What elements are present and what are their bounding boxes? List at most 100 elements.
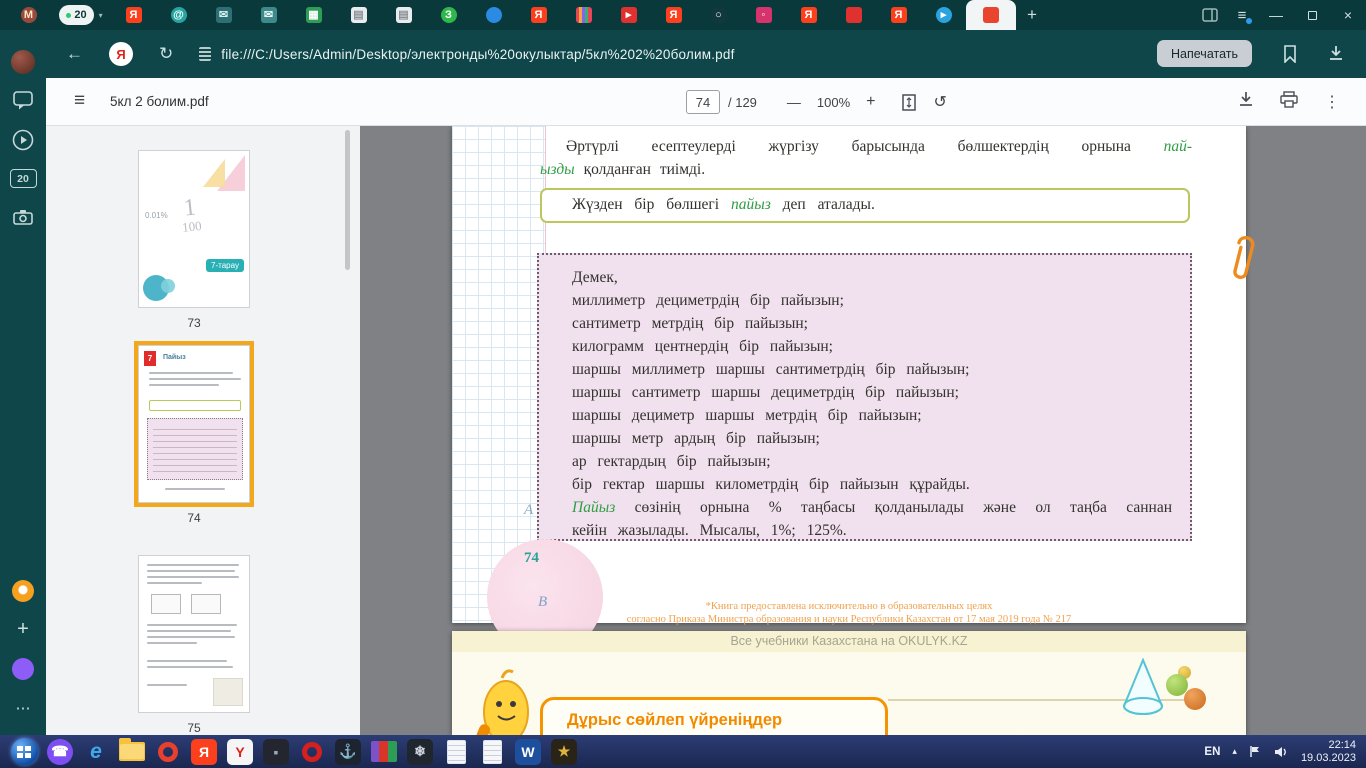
side-panel-button[interactable] — [1194, 0, 1226, 30]
pdf-sidebar-toggle[interactable]: ≡ — [74, 90, 85, 112]
folder-shape — [119, 742, 145, 761]
hidden-icons-chevron[interactable]: ▴ — [1232, 746, 1237, 757]
paragraph-line: Әртүрлі есептеулерді жүргізу барысында б… — [540, 135, 1192, 158]
viber-icon[interactable]: ☎ — [42, 735, 78, 768]
yandex-home-button[interactable]: Я — [109, 42, 133, 66]
tab-red-1[interactable]: ▸ — [606, 0, 651, 30]
pdf-download-button[interactable] — [1238, 91, 1254, 113]
compass-game-icon[interactable]: ★ — [546, 735, 582, 768]
document-icon[interactable] — [474, 735, 510, 768]
file-explorer-icon[interactable] — [114, 735, 150, 768]
thumbnail-74[interactable]: 7 Пайыз 74 — [134, 345, 254, 525]
minimize-button[interactable]: — — [1258, 0, 1294, 30]
anchor-app-icon[interactable]: ⚓ — [330, 735, 366, 768]
tab-z[interactable]: З — [426, 0, 471, 30]
pdf-viewport[interactable]: Әртүрлі есептеулерді жүргізу барысында б… — [360, 126, 1366, 735]
text-line-placeholder — [147, 576, 239, 578]
tab-red-1-favicon: ▸ — [621, 7, 637, 23]
tab-telegram[interactable]: ▸ — [921, 0, 966, 30]
pdf-print-button[interactable] — [1280, 91, 1298, 113]
fit-page-button[interactable] — [902, 94, 916, 111]
tab-profile[interactable]: M — [6, 0, 51, 30]
bookmark-button[interactable] — [1282, 45, 1298, 68]
tab-yandex-4[interactable]: Я — [786, 0, 831, 30]
tab-yandex-3[interactable]: Я — [651, 0, 696, 30]
back-button[interactable]: ← — [66, 44, 83, 64]
opera-icon[interactable] — [150, 735, 186, 768]
new-tab-button[interactable]: + — [1016, 0, 1048, 30]
assistant-button[interactable] — [0, 649, 46, 688]
chat-button[interactable] — [0, 81, 46, 120]
tab-yandex-5[interactable]: Я — [876, 0, 921, 30]
close-button[interactable]: × — [1330, 0, 1366, 30]
note-line: миллиметр дециметрдің бір пайызын; — [572, 289, 1172, 312]
window-controls: ≡ — × — [1194, 0, 1366, 30]
maximize-button[interactable] — [1294, 0, 1330, 30]
screenshot-button[interactable] — [0, 198, 46, 237]
note-line: Демек, — [572, 266, 1172, 289]
profile-button[interactable] — [0, 42, 46, 81]
tab-doc-1[interactable]: ▤ — [336, 0, 381, 30]
bookmark-icon — [1282, 45, 1298, 63]
tab-red-3[interactable] — [831, 0, 876, 30]
tab-mail-1[interactable]: ✉ — [201, 0, 246, 30]
taskbar-clock[interactable]: 22:14 19.03.2023 — [1301, 739, 1356, 765]
volume-icon[interactable] — [1273, 745, 1289, 759]
snowflake-app-icon[interactable]: ❄ — [402, 735, 438, 768]
refresh-button[interactable]: ↻ — [159, 44, 173, 64]
tab-counter-button[interactable]: 20 — [0, 159, 46, 198]
tab-green-sheet[interactable]: ▦ — [291, 0, 336, 30]
tab-dark-ring[interactable]: ○ — [696, 0, 741, 30]
yandex-y-icon[interactable]: Y — [222, 735, 258, 768]
flag-icon[interactable] — [1249, 745, 1261, 758]
mascot-illustration — [470, 666, 542, 735]
opera-red-icon[interactable] — [294, 735, 330, 768]
tab-counter[interactable]: 20▾ — [51, 0, 111, 30]
decor-triangle — [203, 159, 225, 187]
tab-red-2[interactable]: ◦ — [741, 0, 786, 30]
zoom-out-button[interactable]: — — [787, 94, 801, 110]
notification-dot — [1246, 18, 1252, 24]
tab-mailru[interactable]: @ — [156, 0, 201, 30]
paragraph-line: ызды қолданған тиімді. — [540, 158, 1192, 181]
sidebar-scrollbar[interactable] — [345, 130, 350, 270]
tab-pdf-active[interactable] — [966, 0, 1016, 30]
tab-yandex-1[interactable]: Я — [111, 0, 156, 30]
tab-telegram-favicon: ▸ — [936, 7, 952, 23]
browser-menu-button[interactable]: ≡ — [1226, 0, 1258, 30]
language-indicator[interactable]: EN — [1204, 746, 1220, 758]
disk-app-button[interactable] — [0, 571, 46, 610]
thumbnail-75[interactable]: 75 — [134, 555, 254, 735]
address-bar[interactable]: file:///C:/Users/Admin/Desktop/электронд… — [199, 47, 734, 62]
rotate-button[interactable]: ↺ — [934, 92, 947, 112]
downloads-button[interactable] — [1328, 45, 1344, 67]
thumbnail-73[interactable]: 0.01% 1 100 7-тарау 73 — [134, 150, 254, 330]
tab-mail-2-favicon: ✉ — [261, 7, 277, 23]
tab-doc-2[interactable]: ▤ — [381, 0, 426, 30]
dark-app-icon[interactable]: ▪ — [258, 735, 294, 768]
orange-app-icon — [12, 580, 34, 602]
video-button[interactable] — [0, 120, 46, 159]
fraction-graphic: 1 100 — [179, 196, 202, 236]
anchor-app-icon-glyph: ⚓ — [335, 739, 361, 765]
internet-explorer-icon[interactable]: e — [78, 735, 114, 768]
tab-mail-2[interactable]: ✉ — [246, 0, 291, 30]
winrar-icon[interactable] — [366, 735, 402, 768]
print-page-button[interactable]: Напечатать — [1157, 40, 1252, 67]
word-icon[interactable]: W — [510, 735, 546, 768]
pdf-filename: 5кл 2 болим.pdf — [110, 94, 209, 109]
tab-blue[interactable] — [471, 0, 516, 30]
more-services-button[interactable]: ⋯ — [0, 688, 46, 727]
clock-time: 22:14 — [1301, 739, 1356, 752]
zoom-in-button[interactable]: + — [866, 93, 875, 111]
note-line: шаршы метр ардың бір пайызын; — [572, 427, 1172, 450]
add-service-button[interactable]: + — [0, 610, 46, 649]
tab-yandex-2[interactable]: Я — [516, 0, 561, 30]
yandex-browser-icon[interactable]: Я — [186, 735, 222, 768]
tab-stripes[interactable] — [561, 0, 606, 30]
page-number-input[interactable]: 74 — [686, 90, 720, 114]
pdf-more-button[interactable]: ⋮ — [1324, 92, 1340, 112]
notepad-icon[interactable] — [438, 735, 474, 768]
text-line-placeholder — [147, 630, 231, 632]
start-button[interactable] — [6, 735, 42, 768]
